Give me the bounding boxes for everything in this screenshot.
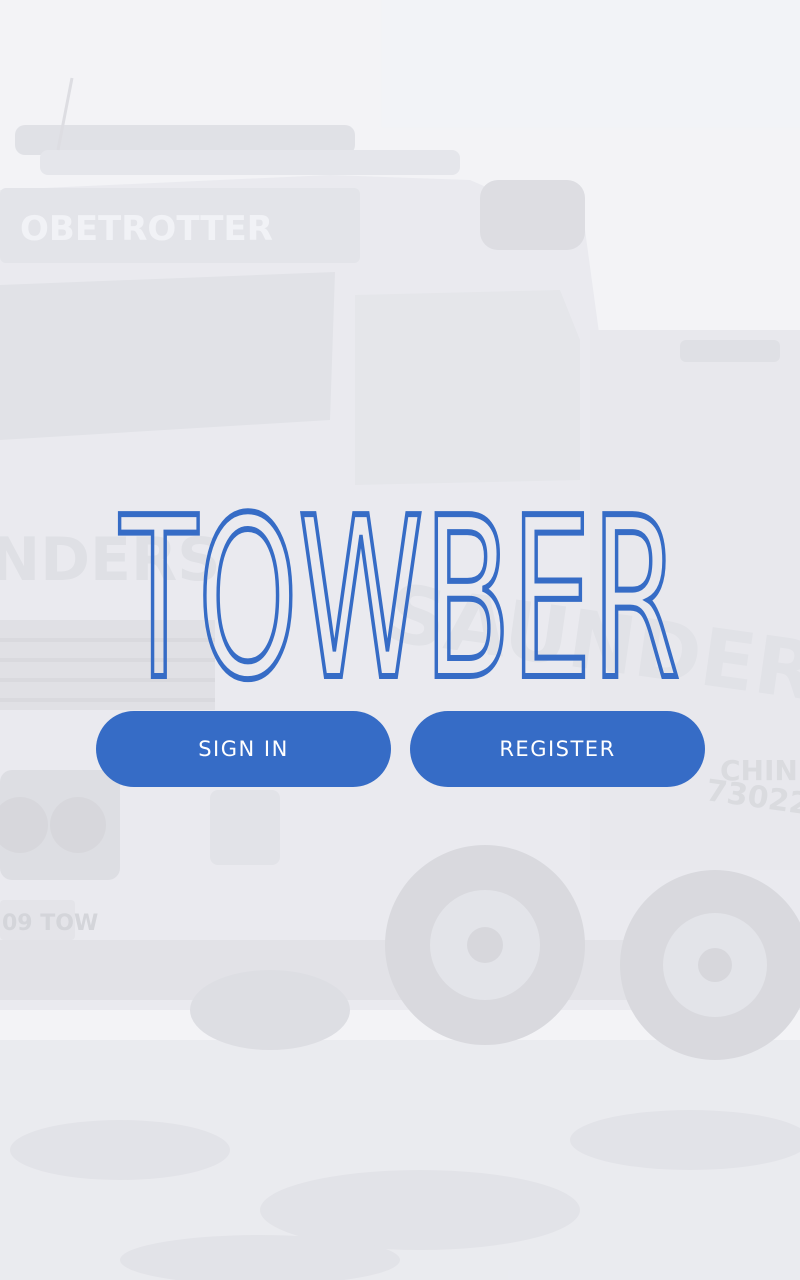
register-button[interactable]: REGISTER [410,711,705,787]
sign-in-button[interactable]: SIGN IN [96,711,391,787]
app-logo: TOWBER [0,498,800,698]
app-title: TOWBER [119,498,680,698]
